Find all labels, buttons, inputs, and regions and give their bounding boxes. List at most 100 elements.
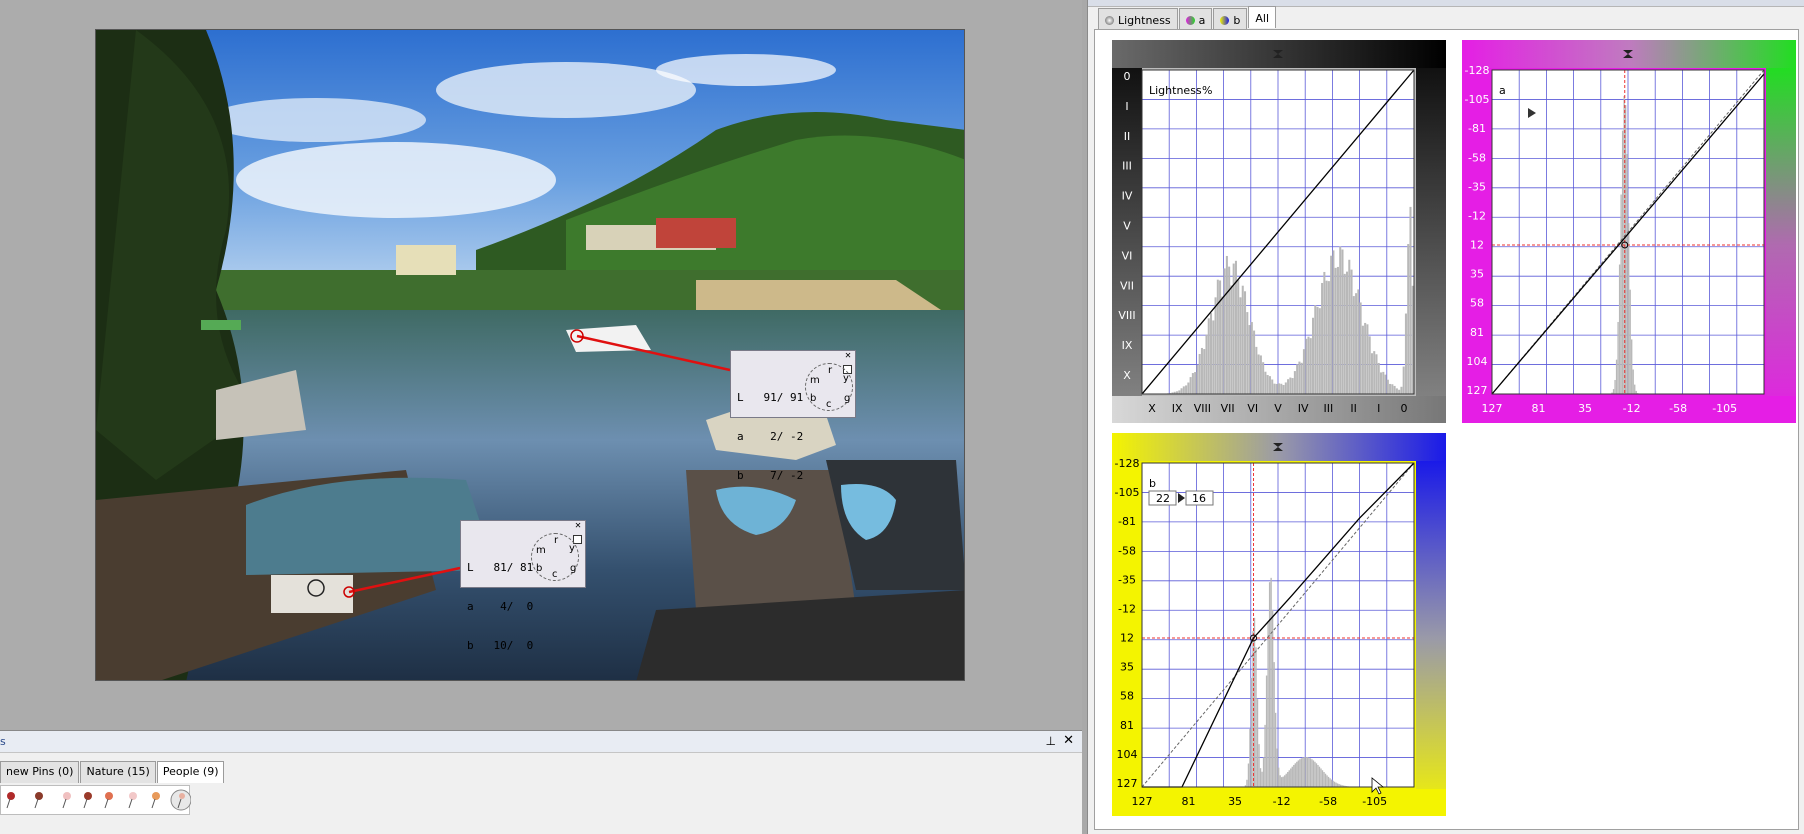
zone-label-bottom: VI: [1247, 402, 1258, 415]
histogram-bar: [1404, 313, 1407, 394]
histogram-bar: [1323, 271, 1326, 394]
histogram-bar: [1228, 266, 1231, 394]
pin-icon[interactable]: [128, 792, 137, 809]
histogram-bar: [1400, 386, 1403, 394]
histogram-bar: [1311, 759, 1313, 787]
zone-label-bottom: IV: [1298, 402, 1309, 415]
histogram-bar: [1302, 757, 1304, 787]
histogram-bar: [1336, 266, 1339, 394]
tick-label-left: -81: [1118, 515, 1136, 528]
lightness-plot[interactable]: [1141, 69, 1415, 395]
histogram-bar: [1359, 302, 1362, 394]
tab-nature[interactable]: Nature (15): [80, 761, 156, 783]
histogram-bar: [1386, 379, 1389, 394]
wheel-y: y: [843, 373, 849, 384]
pin-icon[interactable]: [83, 792, 92, 809]
histogram-bar: [1334, 267, 1337, 394]
zone-label-left: I: [1125, 100, 1128, 113]
histogram-bar: [1407, 244, 1410, 394]
histogram-bar: [1391, 384, 1394, 394]
histogram-bar: [1393, 385, 1396, 394]
zone-label-left: 0: [1124, 70, 1131, 83]
histogram-bar: [1375, 354, 1378, 394]
pin-icon[interactable]: [6, 792, 15, 809]
color-sampler-2[interactable]: ✕ L 81/ 81 a 4/ 0 b 10/ 0 m r y g c b: [460, 520, 586, 652]
histogram-bar: [1632, 369, 1634, 394]
histogram-bar: [1303, 757, 1306, 787]
histogram-bar: [1278, 383, 1281, 394]
zone-label-bottom: I: [1377, 402, 1380, 415]
histogram-bar: [1318, 766, 1321, 787]
tab-all[interactable]: All: [1248, 6, 1277, 28]
histogram-bar: [1205, 334, 1208, 394]
b-plot[interactable]: [1141, 462, 1415, 788]
tab-people[interactable]: People (9): [156, 761, 225, 783]
a-curve-svg[interactable]: a -128 -105 -81 -58 -35 -12 12 35 58 81 104 127 127…: [1462, 40, 1796, 423]
tab-lightness[interactable]: Lightness: [1098, 8, 1178, 29]
histogram-bar: [1261, 771, 1263, 787]
tab-new-pins[interactable]: new Pins (0): [0, 761, 80, 783]
histogram-bar: [1614, 379, 1616, 394]
pin-icon[interactable]: [104, 792, 113, 809]
pin-icon[interactable]: [34, 792, 43, 809]
color-sampler-1[interactable]: ✕ L 91/ 91 a 2/ -2 b 7/ -2 m r y g c b: [730, 350, 856, 482]
histogram-bar: [1326, 775, 1328, 787]
histogram-bar: [1253, 617, 1256, 787]
close-icon[interactable]: ✕: [1063, 733, 1074, 748]
histogram-bar: [1237, 279, 1240, 394]
wheel-y: y: [569, 543, 575, 554]
tab-a[interactable]: a: [1178, 8, 1213, 29]
histogram-bar: [1196, 364, 1199, 394]
histogram-bar: [1270, 577, 1272, 787]
histogram-bar: [1265, 675, 1268, 787]
close-icon[interactable]: ✕: [575, 521, 581, 531]
histogram-bar: [1330, 255, 1333, 394]
tick-label-left: 104: [1117, 748, 1138, 761]
histogram-bar: [1307, 336, 1310, 394]
histogram-bar: [1300, 758, 1303, 787]
pin-icon[interactable]: [151, 792, 160, 809]
sampler-target-2[interactable]: [307, 579, 325, 597]
lightness-curve-svg[interactable]: Lightness % 0IIIIIIIVVVIVIIVIIIIXX X IX VI…: [1112, 40, 1446, 423]
histogram-bar: [1621, 130, 1624, 394]
pin-icon[interactable]: [62, 792, 71, 809]
sampler-a-value: a 4/ 0: [467, 600, 534, 613]
tab-b[interactable]: b: [1213, 8, 1248, 29]
tab-b-label: b: [1233, 13, 1241, 27]
a-plot[interactable]: [1491, 69, 1765, 395]
lightness-title: Lightness: [1149, 84, 1202, 97]
tick-label-left: -35: [1468, 180, 1486, 193]
histogram-bar: [1262, 362, 1265, 394]
dock-pin-icon[interactable]: ⊥: [1046, 734, 1056, 748]
histogram-bar: [1299, 759, 1301, 787]
channel-tabs: Lightness a b All: [1098, 6, 1277, 29]
histogram-bar: [1189, 377, 1192, 394]
histogram-bar: [1335, 782, 1337, 787]
pin-icon-selected[interactable]: [170, 789, 192, 811]
histogram-bar: [1219, 280, 1222, 394]
histogram-bar: [1275, 383, 1278, 394]
close-icon[interactable]: ✕: [845, 351, 851, 361]
tick-label-left: -58: [1118, 544, 1136, 557]
b-curve-svg[interactable]: b 22 16 -128 -105 -81 -58 -35 -12 12 35 58 81 104 1…: [1112, 433, 1446, 816]
histogram-bar: [1203, 349, 1206, 394]
histogram-bar: [1411, 285, 1414, 394]
histogram-bar: [1368, 336, 1371, 394]
histogram-bar: [1255, 346, 1258, 394]
histogram-bar: [1305, 757, 1307, 787]
tick-label-bottom: -105: [1362, 795, 1387, 808]
histogram-bar: [1268, 582, 1271, 787]
histogram-bar: [1384, 374, 1387, 394]
histogram-bar: [1618, 264, 1621, 394]
histogram-bar: [1293, 764, 1295, 787]
zone-label-bottom: III: [1324, 402, 1334, 415]
zone-label-bottom: VII: [1221, 402, 1235, 415]
zone-label-bottom: X: [1148, 402, 1156, 415]
histogram-bar: [1278, 767, 1280, 787]
histogram-bar: [1357, 289, 1360, 394]
histogram-bar: [1267, 620, 1269, 787]
histogram-bar: [1631, 339, 1633, 394]
tick-label-left: 12: [1120, 632, 1134, 645]
histogram-bar: [1296, 364, 1299, 394]
histogram-bar: [1250, 322, 1253, 394]
